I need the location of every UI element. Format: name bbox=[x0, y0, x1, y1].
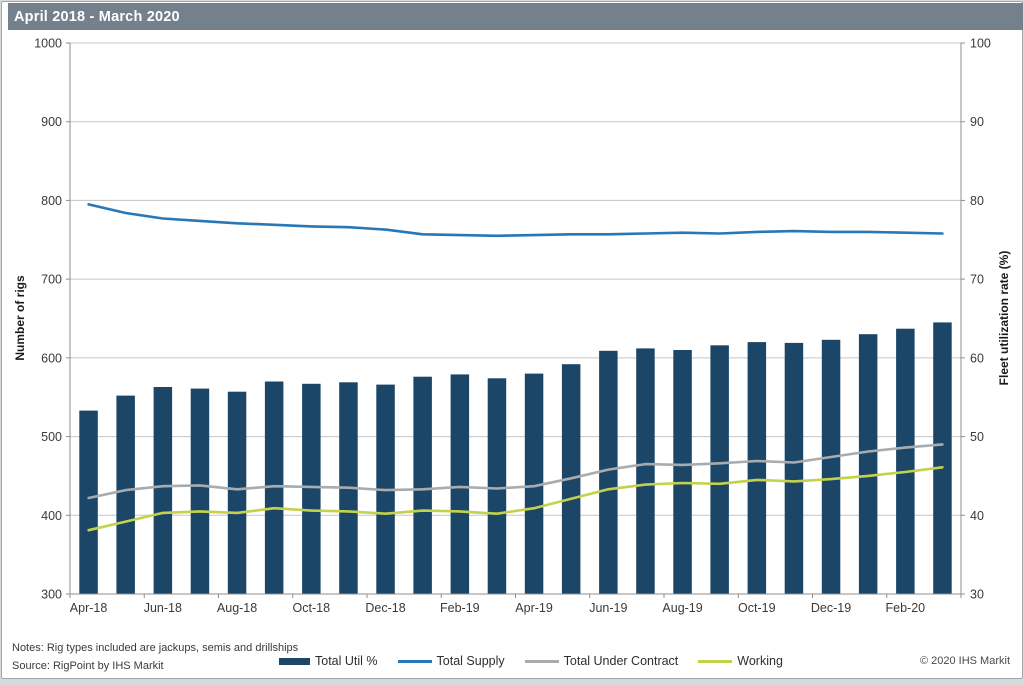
x-tick-label: Apr-19 bbox=[515, 601, 553, 615]
y-left-tick-label: 400 bbox=[41, 509, 62, 523]
x-tick-label: Dec-19 bbox=[811, 601, 851, 615]
y-right-tick-label: 40 bbox=[970, 509, 984, 523]
legend-swatch-line-icon bbox=[397, 659, 432, 663]
y-left-tick-label: 300 bbox=[41, 588, 62, 602]
bar-Aug-18 bbox=[227, 391, 247, 594]
x-tick-label: Feb-20 bbox=[886, 601, 926, 615]
bar-Feb-19 bbox=[450, 374, 470, 594]
x-tick-label: Apr-18 bbox=[70, 601, 108, 615]
bar-Nov-19 bbox=[784, 342, 804, 594]
bar-Jan-20 bbox=[858, 334, 878, 594]
y-left-tick-label: 500 bbox=[41, 430, 62, 444]
y-right-tick-label: 60 bbox=[970, 351, 984, 365]
chart-notes: Notes: Rig types included are jackups, s… bbox=[12, 642, 299, 654]
bar-Feb-20 bbox=[896, 328, 915, 594]
x-tick-label: Jun-18 bbox=[144, 601, 182, 615]
x-tick-label: Feb-19 bbox=[440, 601, 480, 615]
x-tick-label: Aug-19 bbox=[662, 601, 702, 615]
chart-card: April 2018 - March 2020 Number of rigs F… bbox=[1, 1, 1023, 679]
legend-label: Total Under Contract bbox=[563, 654, 679, 668]
bar-Dec-19 bbox=[821, 339, 841, 594]
bar-Oct-18 bbox=[302, 383, 321, 594]
y-right-tick-label: 100 bbox=[970, 37, 991, 51]
bar-Jul-19 bbox=[636, 348, 655, 594]
copyright: © 2020 IHS Markit bbox=[919, 655, 1010, 667]
y-left-tick-label: 800 bbox=[41, 194, 62, 208]
legend-item-working: Working bbox=[698, 654, 783, 668]
bar-Aug-19 bbox=[673, 350, 692, 594]
legend-item-total-under-contract: Total Under Contract bbox=[524, 654, 679, 668]
x-tick-label: Jun-19 bbox=[589, 601, 627, 615]
chart-plot-area: Number of rigs Fleet utilization rate (%… bbox=[13, 37, 1011, 616]
y-right-tick-label: 80 bbox=[970, 194, 984, 208]
x-tick-label: Dec-18 bbox=[365, 601, 405, 615]
chart-source: Source: RigPoint by IHS Markit bbox=[12, 660, 164, 672]
right-axis-title: Fleet utilization rate (%) bbox=[997, 251, 1011, 386]
y-right-tick-label: 50 bbox=[970, 430, 984, 444]
y-right-tick-label: 30 bbox=[970, 588, 984, 602]
legend-label: Total Util % bbox=[315, 654, 378, 668]
legend-item-total-supply: Total Supply bbox=[397, 654, 505, 668]
legend-label: Working bbox=[737, 654, 783, 668]
left-axis-title: Number of rigs bbox=[13, 275, 27, 361]
x-tick-label: Aug-18 bbox=[217, 601, 257, 615]
bar-Jul-18 bbox=[190, 388, 210, 594]
bar-Sep-19 bbox=[710, 345, 729, 594]
legend-swatch-line-icon bbox=[524, 659, 559, 663]
bar-May-18 bbox=[116, 395, 135, 594]
line-working bbox=[87, 465, 944, 532]
y-right-tick-label: 90 bbox=[970, 115, 984, 129]
bar-Mar-19 bbox=[487, 378, 507, 594]
y-left-tick-label: 700 bbox=[41, 273, 62, 287]
x-tick-label: Oct-19 bbox=[738, 601, 776, 615]
y-right-tick-label: 70 bbox=[970, 273, 984, 287]
legend-swatch-bar-icon bbox=[279, 657, 310, 665]
legend-item-total-util-: Total Util % bbox=[279, 654, 378, 668]
line-total-supply bbox=[87, 203, 944, 238]
y-left-tick-label: 600 bbox=[41, 351, 62, 365]
chart-legend: Total Util % Total Supply Total Under Cont… bbox=[279, 653, 783, 669]
y-left-tick-label: 900 bbox=[41, 115, 62, 129]
bar-Jun-18 bbox=[153, 387, 173, 594]
bar-Apr-18 bbox=[79, 410, 98, 594]
legend-label: Total Supply bbox=[436, 654, 505, 668]
bar-Jan-19 bbox=[413, 376, 432, 594]
bar-Oct-19 bbox=[747, 342, 767, 594]
legend-swatch-line-icon bbox=[698, 659, 733, 663]
bar-Mar-20 bbox=[933, 322, 952, 594]
y-left-tick-label: 1000 bbox=[34, 37, 62, 51]
x-tick-label: Oct-18 bbox=[293, 601, 331, 615]
line-total-under-contract bbox=[87, 443, 944, 500]
